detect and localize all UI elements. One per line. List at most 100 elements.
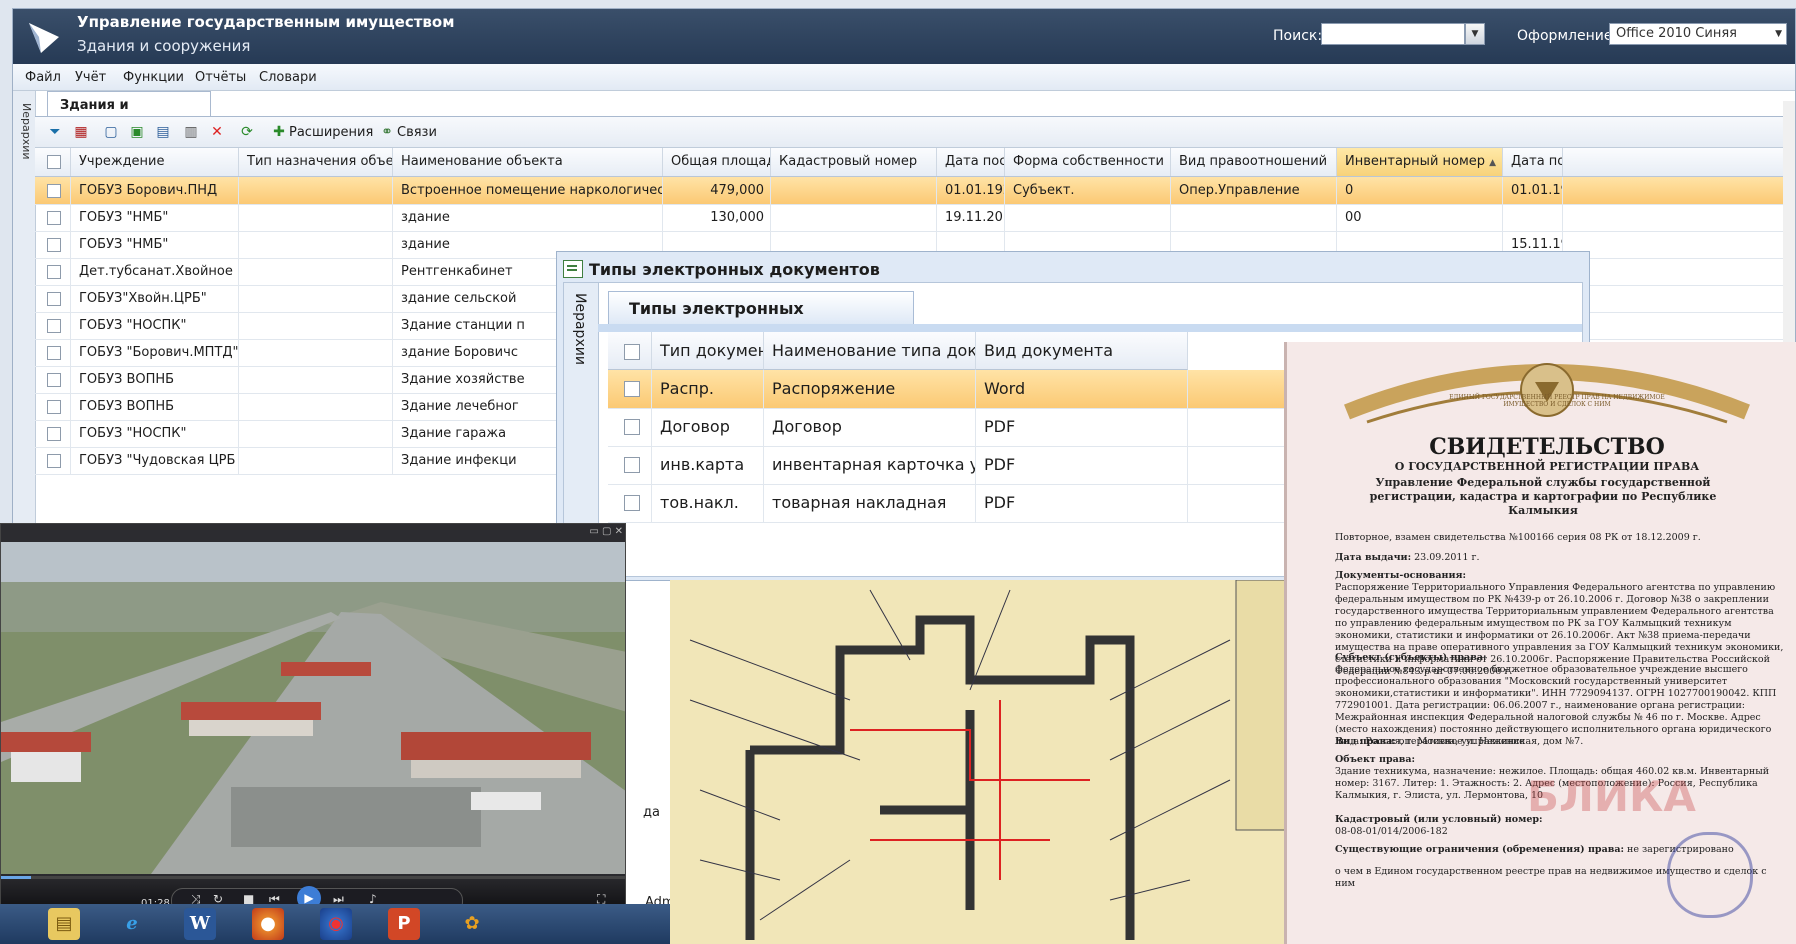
cell-date-2[interactable]	[1503, 204, 1563, 231]
cell-doc-type-name[interactable]: товарная накладная	[764, 484, 976, 522]
search-dropdown-button[interactable]: ▼	[1465, 23, 1485, 45]
cell-doc-type-name[interactable]: Договор	[764, 408, 976, 446]
dialog-row-checkbox[interactable]	[624, 381, 640, 397]
theme-select[interactable]: Office 2010 Синяя ▼	[1609, 23, 1787, 45]
cell-ownership-form[interactable]: Субъект.	[1005, 177, 1171, 204]
search-input[interactable]	[1321, 23, 1465, 45]
cell-institution[interactable]: ГОБУЗ "Борович.МПТД"	[71, 339, 239, 366]
new-document-icon[interactable]: ▢	[103, 124, 119, 140]
row-select-cell[interactable]	[35, 339, 71, 366]
cell-doc-type[interactable]: тов.накл.	[652, 484, 764, 522]
cell-institution[interactable]: ГОБУЗ ВОПНБ	[71, 366, 239, 393]
select-all-checkbox[interactable]	[47, 155, 61, 169]
col-institution[interactable]: Учреждение	[71, 148, 239, 176]
col-purpose-type[interactable]: Тип назначения объекта	[239, 148, 393, 176]
links-button[interactable]: Связи	[397, 125, 437, 140]
row-select-cell[interactable]	[35, 393, 71, 420]
cell-purpose-type[interactable]	[239, 231, 393, 258]
cell-total-area[interactable]: 479,000	[663, 177, 771, 204]
col-object-name[interactable]: Наименование объекта	[393, 148, 663, 176]
cell-purpose-type[interactable]	[239, 177, 393, 204]
col-doc-type[interactable]: Тип документа	[652, 332, 764, 370]
row-select-cell[interactable]	[35, 177, 71, 204]
row-select-cell[interactable]	[35, 285, 71, 312]
window-controls-icon[interactable]: ▭ ▢ ✕	[589, 526, 623, 537]
cell-purpose-type[interactable]	[239, 285, 393, 312]
cell-doc-type[interactable]: Распр.	[652, 370, 764, 408]
cell-purpose-type[interactable]	[239, 420, 393, 447]
cell-total-area[interactable]: 130,000	[663, 204, 771, 231]
table-row[interactable]: ГОБУЗ Борович.ПНД Встроенное помещение на…	[35, 177, 1795, 205]
internet-explorer-icon[interactable]: e	[116, 908, 148, 940]
dialog-table-row[interactable]: Договор Договор PDF	[608, 408, 1308, 447]
row-select-cell[interactable]	[35, 366, 71, 393]
row-checkbox[interactable]	[47, 319, 61, 333]
col-inventory-number[interactable]: Инвентарный номер ▲	[1337, 148, 1503, 176]
cell-institution[interactable]: ГОБУЗ Борович.ПНД	[71, 177, 239, 204]
table-row[interactable]: ГОБУЗ "НМБ" здание130,000 19.11.2013 00	[35, 204, 1795, 232]
cell-purpose-type[interactable]	[239, 258, 393, 285]
cell-inventory-number[interactable]: 0	[1337, 177, 1503, 204]
dialog-row-checkbox[interactable]	[624, 419, 640, 435]
menu-file[interactable]: Файл	[25, 70, 61, 85]
dialog-table-row[interactable]: Распр. Распоряжение Word	[608, 370, 1308, 409]
cell-doc-kind[interactable]: PDF	[976, 446, 1188, 484]
row-checkbox[interactable]	[47, 373, 61, 387]
row-select-cell[interactable]	[35, 420, 71, 447]
cell-doc-type-name[interactable]: Распоряжение	[764, 370, 976, 408]
tab-document-types[interactable]: Типы электронных документов	[608, 291, 914, 337]
cell-purpose-type[interactable]	[239, 447, 393, 474]
row-checkbox[interactable]	[47, 184, 61, 198]
select-all-cell[interactable]	[35, 148, 71, 176]
cell-legal-relation[interactable]: Опер.Управление	[1171, 177, 1337, 204]
dialog-table-row[interactable]: тов.накл. товарная накладная PDF	[608, 484, 1308, 523]
cell-institution[interactable]: Дет.тубсанат.Хвойное	[71, 258, 239, 285]
cell-object-name[interactable]: здание	[393, 204, 663, 231]
row-select-cell[interactable]	[35, 312, 71, 339]
video-seek-bar[interactable]	[1, 876, 625, 879]
filter-icon[interactable]: ⏷	[47, 124, 63, 140]
cell-purpose-type[interactable]	[239, 393, 393, 420]
firefox-icon[interactable]: ●	[252, 908, 284, 940]
cell-cadastral-number[interactable]	[771, 177, 937, 204]
dialog-table-row[interactable]: инв.картаинвентарная карточка учета оPDF	[608, 446, 1308, 485]
tab-buildings[interactable]: Здания и сооружения	[47, 91, 211, 128]
col-doc-kind[interactable]: Вид документа	[976, 332, 1188, 370]
cell-legal-relation[interactable]	[1171, 204, 1337, 231]
dialog-select-all-cell[interactable]	[608, 332, 652, 370]
dialog-select-all-checkbox[interactable]	[624, 344, 640, 360]
edit-icon[interactable]: ▤	[155, 124, 171, 140]
menu-functions[interactable]: Функции	[123, 70, 184, 85]
col-total-area[interactable]: Общая площадь	[663, 148, 771, 176]
dialog-row-checkbox[interactable]	[624, 457, 640, 473]
cell-registration-date[interactable]: 19.11.2013	[937, 204, 1005, 231]
cell-institution[interactable]: ГОБУЗ ВОПНБ	[71, 393, 239, 420]
row-checkbox[interactable]	[47, 427, 61, 441]
col-doc-type-name[interactable]: Наименование типа документ	[764, 332, 976, 370]
dialog-row-select-cell[interactable]	[608, 484, 652, 522]
explorer-icon[interactable]: ▤	[48, 908, 80, 940]
col-registration-date[interactable]: Дата постан	[937, 148, 1005, 176]
cell-doc-kind[interactable]: Word	[976, 370, 1188, 408]
menu-dictionaries[interactable]: Словари	[259, 70, 317, 85]
cell-institution[interactable]: ГОБУЗ "НОСПК"	[71, 312, 239, 339]
copy-icon[interactable]: ▥	[183, 124, 199, 140]
cell-purpose-type[interactable]	[239, 204, 393, 231]
row-checkbox[interactable]	[47, 265, 61, 279]
cell-doc-type[interactable]: инв.карта	[652, 446, 764, 484]
word-icon[interactable]: W	[184, 908, 216, 940]
dialog-row-select-cell[interactable]	[608, 446, 652, 484]
cell-institution[interactable]: ГОБУЗ "НМБ"	[71, 231, 239, 258]
cell-purpose-type[interactable]	[239, 339, 393, 366]
delete-icon[interactable]: ✕	[209, 124, 225, 140]
globe-app-icon[interactable]: ◉	[320, 908, 352, 940]
row-checkbox[interactable]	[47, 454, 61, 468]
row-checkbox[interactable]	[47, 400, 61, 414]
col-legal-relation[interactable]: Вид правоотношений	[1171, 148, 1337, 176]
dialog-row-select-cell[interactable]	[608, 408, 652, 446]
cell-purpose-type[interactable]	[239, 312, 393, 339]
dialog-row-select-cell[interactable]	[608, 370, 652, 408]
row-select-cell[interactable]	[35, 204, 71, 231]
add-icon[interactable]: ▣	[129, 124, 145, 140]
col-cadastral-number[interactable]: Кадастровый номер	[771, 148, 937, 176]
